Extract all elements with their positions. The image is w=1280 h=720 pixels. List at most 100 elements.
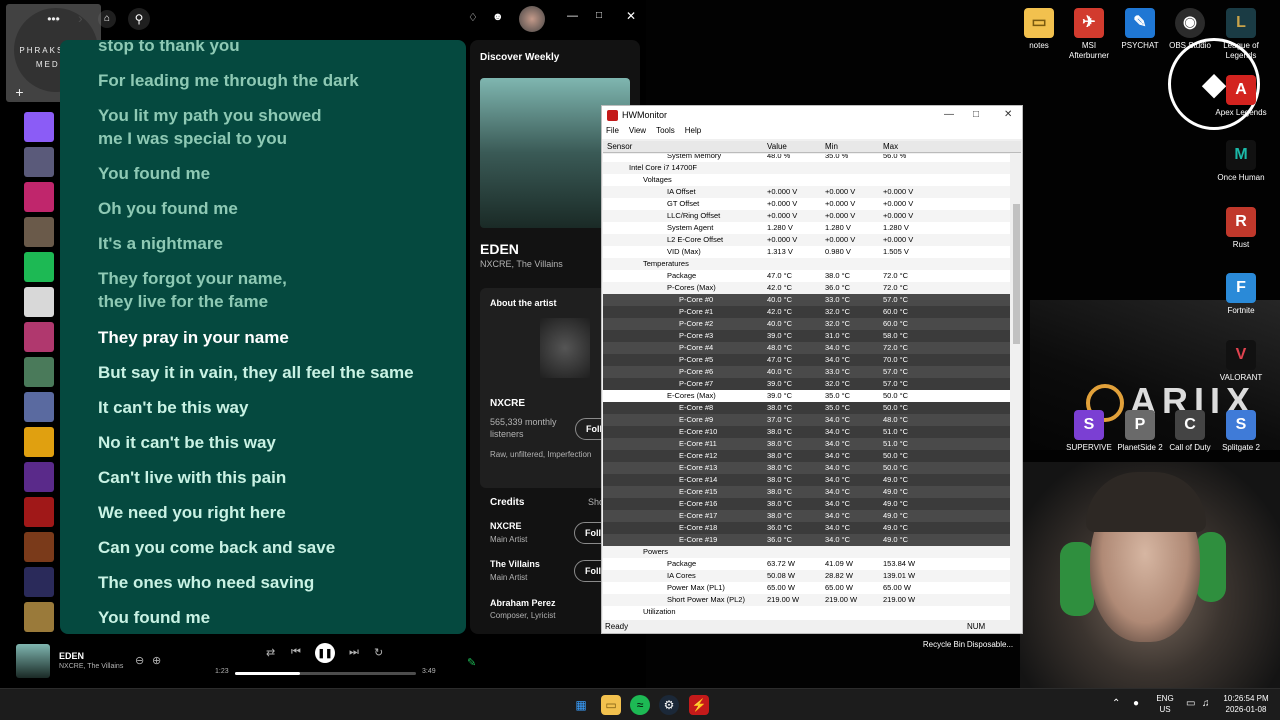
sensor-row[interactable]: P-Core #2 40.0 °C 32.0 °C 60.0 °C [603,318,1010,330]
sensor-row[interactable]: E-Core #14 38.0 °C 34.0 °C 49.0 °C [603,474,1010,486]
sensor-row[interactable]: Intel Core i7 14700F [603,162,1010,174]
lyric-line[interactable]: It's a nightmare [98,232,458,255]
sensor-row[interactable]: P-Core #0 40.0 °C 33.0 °C 57.0 °C [603,294,1010,306]
lyric-line-current[interactable]: They pray in your name [98,326,458,349]
desktop-icon-apex-legends[interactable]: A Apex Legends [1214,75,1268,118]
menu-view[interactable]: View [629,126,646,135]
playlist-context[interactable]: Discover Weekly [480,52,559,63]
desktop-icon-fortnite[interactable]: F Fortnite [1214,273,1268,316]
lyric-line[interactable]: stop to thank you [98,40,458,57]
library-item[interactable] [24,182,54,212]
sensor-row[interactable]: P-Core #6 40.0 °C 33.0 °C 57.0 °C [603,366,1010,378]
menu-tools[interactable]: Tools [656,126,675,135]
track-title[interactable]: EDEN [480,241,519,257]
credit-name[interactable]: Abraham Perez [490,598,556,608]
tray-chevron-icon[interactable]: ⌃ [1112,698,1120,709]
desktop-icon-rust[interactable]: R Rust [1214,207,1268,250]
sensor-row[interactable]: LLC/Ring Offset +0.000 V +0.000 V +0.000 V [603,210,1010,222]
lyric-line[interactable]: You found me [98,606,458,629]
sensor-row[interactable]: System Agent 1.280 V 1.280 V 1.280 V [603,222,1010,234]
lyric-line[interactable]: Oh you found me [98,197,458,220]
column-max[interactable]: Max [883,142,898,151]
library-item[interactable] [24,357,54,387]
previous-icon[interactable]: ⏮ [291,646,301,659]
sensor-row[interactable]: Temperatures [603,258,1010,270]
player-track-artists[interactable]: NXCRE, The Villains [59,663,123,670]
add-icon[interactable]: + [0,84,67,100]
credit-name[interactable]: NXCRE [490,521,522,531]
sensor-row[interactable]: Utilization [603,606,1010,618]
desktop-icon-notes[interactable]: ▭ notes [1012,8,1066,51]
lyric-line[interactable]: You lit my path you showed me I was spec… [98,104,348,150]
windows-start-icon[interactable]: ▦ [571,695,591,715]
sensor-row[interactable]: E-Core #18 36.0 °C 34.0 °C 49.0 °C [603,522,1010,534]
lyric-line[interactable]: You found me [98,162,458,185]
close-icon[interactable]: ✕ [1004,109,1012,120]
column-sensor[interactable]: Sensor [607,142,632,151]
lyric-line[interactable]: They forgot your name, they live for the… [98,267,318,313]
volume-icon[interactable]: ♫ [1202,698,1210,709]
credit-name[interactable]: The Villains [490,559,540,569]
sensor-row[interactable]: P-Core #1 42.0 °C 32.0 °C 60.0 °C [603,306,1010,318]
lyric-line[interactable]: Can you come back and save [98,536,458,559]
more-icon[interactable]: ••• [6,12,101,26]
library-item[interactable] [24,497,54,527]
shuffle-icon[interactable]: ⇄ [266,646,275,659]
add-to-playlist-icon[interactable]: ⊕ [152,654,161,667]
search-icon[interactable]: ⚲ [128,8,150,30]
desktop-icon-obs-studio[interactable]: ◉ OBS Studio [1163,8,1217,51]
maximize-icon[interactable]: □ [596,10,602,21]
library-item[interactable] [24,462,54,492]
sensor-row[interactable]: Voltages [603,174,1010,186]
lyrics-icon[interactable]: ✎ [467,656,476,669]
library-item[interactable] [24,392,54,422]
pause-button[interactable]: ❚❚ [315,643,335,663]
sensor-row[interactable]: System Memory 48.0 % 35.0 % 56.0 % [603,154,1010,162]
sensor-row[interactable]: Powers [603,546,1010,558]
language-indicator[interactable]: ENG [1152,694,1178,703]
library-item[interactable] [24,147,54,177]
repeat-icon[interactable]: ↻ [374,646,383,659]
library-item[interactable] [24,112,54,142]
clock-date[interactable]: 2026-01-08 [1218,705,1274,714]
library-item[interactable] [24,217,54,247]
sensor-row[interactable]: E-Core #8 38.0 °C 35.0 °C 50.0 °C [603,402,1010,414]
menu-help[interactable]: Help [685,126,701,135]
desktop-icon-disposable[interactable]: Disposable... [960,640,1020,650]
lyric-line[interactable]: Can't live with this pain [98,466,458,489]
sensor-row[interactable]: E-Core #12 38.0 °C 34.0 °C 50.0 °C [603,450,1010,462]
lyric-line[interactable]: For leading me through the dark [98,69,458,92]
lyric-line[interactable]: The ones who need saving [98,571,458,594]
sensor-row[interactable]: IA Cores 50.08 W 28.82 W 139.01 W [603,570,1010,582]
maximize-icon[interactable]: □ [973,109,979,120]
minimize-icon[interactable]: — [944,109,954,120]
minimize-icon[interactable]: — [567,10,578,22]
library-item[interactable] [24,532,54,562]
sensor-row[interactable]: P-Cores (Max) 42.0 °C 36.0 °C 72.0 °C [603,282,1010,294]
library-item[interactable] [24,567,54,597]
desktop-icon-call-of-duty[interactable]: C Call of Duty [1163,410,1217,453]
column-value[interactable]: Value [767,142,787,151]
hwmonitor-taskbar-icon[interactable]: ⚡ [689,695,709,715]
library-item[interactable] [24,427,54,457]
lyric-line[interactable]: We need you right here [98,501,458,524]
hwmonitor-titlebar[interactable]: HWMonitor — □ ✕ [602,106,1022,126]
remove-icon[interactable]: ⊖ [135,654,144,667]
sensor-row[interactable]: Short Power Max (PL2) 219.00 W 219.00 W 219… [603,594,1010,606]
sensor-row[interactable]: L2 E-Core Offset +0.000 V +0.000 V +0.000 V [603,234,1010,246]
sensor-row[interactable]: P-Core #4 48.0 °C 34.0 °C 72.0 °C [603,342,1010,354]
sensor-row[interactable]: E-Core #11 38.0 °C 34.0 °C 51.0 °C [603,438,1010,450]
artist-name[interactable]: NXCRE [490,398,525,409]
sensor-row[interactable]: Package 63.72 W 41.09 W 153.84 W [603,558,1010,570]
network-icon[interactable]: ▭ [1186,698,1195,709]
library-item[interactable] [24,322,54,352]
sensor-row[interactable]: E-Core #9 37.0 °C 34.0 °C 48.0 °C [603,414,1010,426]
desktop-icon-league-of-legends[interactable]: L League of Legends [1214,8,1268,61]
sensor-row[interactable]: VID (Max) 1.313 V 0.980 V 1.505 V [603,246,1010,258]
library-item[interactable] [24,252,54,282]
file-explorer-icon[interactable]: ▭ [601,695,621,715]
scrollbar-thumb[interactable] [1013,204,1020,344]
sensor-row[interactable]: P-Core #3 39.0 °C 31.0 °C 58.0 °C [603,330,1010,342]
player-track-title[interactable]: EDEN [59,651,84,661]
avatar[interactable] [519,6,545,32]
